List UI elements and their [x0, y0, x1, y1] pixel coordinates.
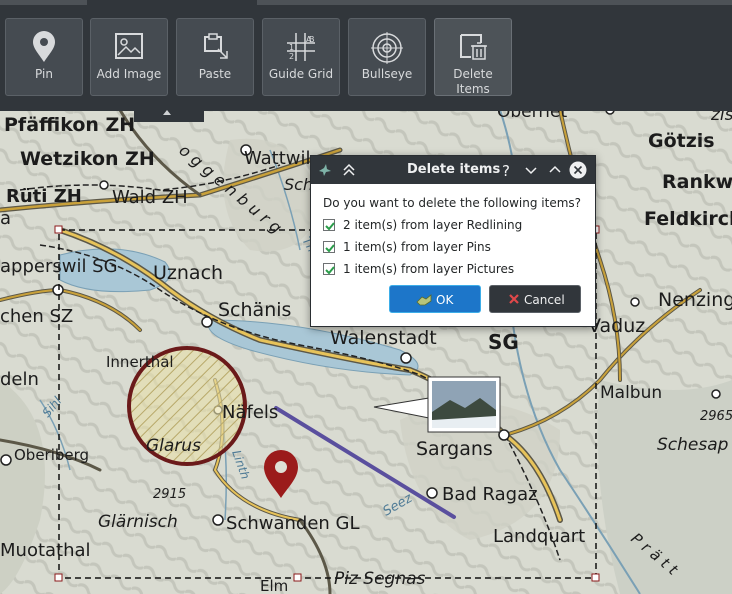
place-label: chen SZ — [0, 306, 73, 327]
checkbox-label: 2 item(s) from layer Redlining — [343, 218, 523, 232]
bullseye-icon — [371, 32, 403, 64]
ok-button-label: OK — [436, 293, 454, 307]
place-label: Piz Segnas — [334, 569, 426, 589]
cancel-icon — [509, 294, 519, 304]
toolbar-tabstrip — [0, 0, 732, 5]
image-icon — [115, 33, 143, 59]
place-label: Malbun — [600, 383, 662, 403]
toolbar-collapse-handle[interactable] — [134, 108, 204, 122]
svg-text:1: 1 — [289, 43, 294, 52]
checkmark-icon — [325, 266, 335, 275]
checkmark-icon — [325, 222, 335, 231]
paste-button[interactable]: Paste — [176, 18, 254, 96]
delete-items-icon — [460, 34, 487, 60]
checkbox[interactable] — [323, 241, 335, 253]
ok-icon — [416, 294, 432, 306]
dialog-message: Do you want to delete the following item… — [323, 196, 582, 210]
checkbox-label: 1 item(s) from layer Pictures — [343, 262, 515, 276]
place-label: Sch — [284, 175, 313, 194]
help-icon[interactable]: ? — [499, 162, 515, 178]
delete-items-button[interactable]: Delete Items — [434, 18, 512, 96]
place-label: Schänis — [218, 299, 291, 321]
place-label: Muotathal — [0, 540, 91, 561]
place-label: Näfels — [222, 402, 278, 423]
dialog-title: Delete items — [407, 162, 501, 177]
pin-icon — [33, 31, 55, 62]
svg-text:B: B — [309, 35, 315, 44]
place-label: Feldkirch — [644, 208, 732, 230]
paste-button-label: Paste — [198, 67, 232, 81]
keep-above-icon[interactable] — [341, 162, 357, 178]
paste-icon — [204, 33, 228, 59]
checkbox-label: 1 item(s) from layer Pins — [343, 240, 491, 254]
delete-items-button-label: Delete Items — [453, 67, 493, 96]
maximize-icon[interactable] — [547, 162, 563, 178]
svg-text:2: 2 — [289, 52, 294, 61]
place-label: a — [0, 208, 11, 229]
toolbar: Pin Add Image Paste AB12 Guide Grid Bull… — [0, 0, 732, 111]
chevron-up-icon — [163, 110, 171, 115]
place-label: Vaduz — [588, 315, 645, 337]
bullseye-button-label: Bullseye — [361, 67, 413, 81]
minimize-icon[interactable] — [523, 162, 539, 178]
active-tab-indicator — [87, 0, 257, 5]
place-label: Wattwil — [244, 148, 311, 169]
place-label: Bad Ragaz — [442, 484, 538, 505]
place-label: Sargans — [416, 438, 493, 460]
app-icon — [319, 164, 331, 176]
place-label: Wald ZH — [112, 187, 188, 208]
svg-text:?: ? — [502, 162, 510, 178]
place-label: deln — [0, 369, 39, 390]
close-icon[interactable] — [569, 161, 587, 179]
elevation-label: 2965 — [700, 409, 732, 424]
dialog-titlebar[interactable]: Delete items ? — [311, 156, 595, 184]
guide-grid-button[interactable]: AB12 Guide Grid — [262, 18, 340, 96]
place-label: Glärnisch — [98, 512, 178, 532]
place-label: Götzis — [648, 130, 715, 152]
place-label: Pfäffikon ZH — [4, 114, 135, 136]
pin-button[interactable]: Pin — [5, 18, 83, 96]
place-label: Rankw — [662, 171, 732, 193]
pin-button-label: Pin — [35, 67, 53, 81]
place-label: Schesap — [657, 435, 729, 455]
delete-items-dialog: Delete items ? Do you want to delete the… — [310, 155, 596, 327]
place-label: Wetzikon ZH — [20, 148, 155, 170]
place-label: Innerthal — [106, 353, 174, 371]
elevation-label: 2915 — [153, 487, 186, 502]
place-label: Landquart — [493, 526, 585, 547]
place-label: Walenstadt — [330, 327, 437, 349]
cancel-button-label: Cancel — [524, 293, 565, 307]
add-image-button-label: Add Image — [96, 67, 162, 81]
checkbox[interactable] — [323, 263, 335, 275]
guide-grid-button-label: Guide Grid — [268, 67, 334, 81]
place-label: Schwanden GL — [226, 513, 360, 534]
place-label: Uznach — [153, 262, 223, 284]
place-label: SG — [488, 330, 519, 354]
guide-grid-icon: AB12 — [287, 33, 315, 61]
place-label: Oberiberg — [14, 446, 89, 464]
place-label: Glarus — [146, 436, 201, 456]
ok-button[interactable]: OK — [389, 285, 481, 313]
checkmark-icon — [325, 244, 335, 253]
place-label: apperswil SG — [0, 256, 118, 277]
place-label: Nenzing — [658, 289, 732, 311]
bullseye-button[interactable]: Bullseye — [348, 18, 426, 96]
place-label: Elm — [260, 577, 288, 594]
checkbox[interactable] — [323, 219, 335, 231]
cancel-button[interactable]: Cancel — [489, 285, 581, 313]
add-image-button[interactable]: Add Image — [90, 18, 168, 96]
place-label: Rüti ZH — [6, 186, 82, 207]
